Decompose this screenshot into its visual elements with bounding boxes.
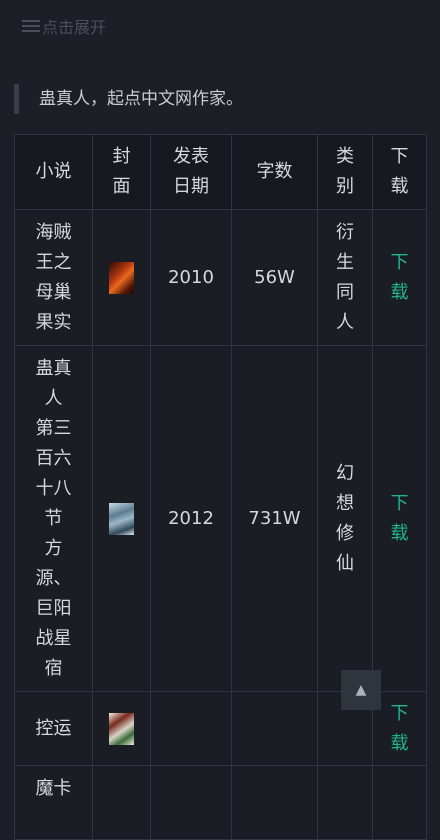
table-row: 蛊真人 第三 百六 十八节 方源、 巨阳 战星 宿 2012 731W 幻想 修仙 … <box>14 345 427 692</box>
publish-year: 2010 <box>150 209 232 346</box>
cover-image[interactable] <box>109 261 134 294</box>
category: 幻想 修仙 <box>317 345 373 692</box>
header-date: 发表 日期 <box>150 134 232 210</box>
header-cover: 封面 <box>92 134 151 210</box>
header-novel: 小说 <box>14 134 93 210</box>
novel-title: 海贼 王之 母巢 果实 <box>14 209 93 346</box>
download-link[interactable]: 下载 <box>372 209 427 346</box>
cover-cell <box>92 345 151 692</box>
author-intro: 蛊真人，起点中文网作家。 <box>14 84 243 114</box>
cover-image[interactable] <box>109 502 134 535</box>
expand-label: 点击展开 <box>42 18 107 37</box>
cover-cell <box>92 209 151 346</box>
cover-image[interactable] <box>109 712 134 745</box>
novel-title: 魔卡 <box>14 765 93 840</box>
cover-cell <box>92 765 151 840</box>
table-row: 海贼 王之 母巢 果实 2010 56W 衍生 同人 下载 <box>14 209 427 346</box>
download-link[interactable]: 下载 <box>372 345 427 692</box>
publish-year <box>150 765 232 840</box>
word-count: 731W <box>231 345 318 692</box>
works-table: 小说 封面 发表 日期 字数 类别 下载 海贼 王之 母巢 果实 2010 56W 衍… <box>14 134 427 840</box>
publish-year <box>150 691 232 766</box>
header-category: 类别 <box>317 134 373 210</box>
menu-icon <box>22 20 40 32</box>
expand-toggle[interactable]: 点击展开 <box>22 14 106 38</box>
word-count: 56W <box>231 209 318 346</box>
table-header-row: 小说 封面 发表 日期 字数 类别 下载 <box>14 134 427 210</box>
cover-cell <box>92 691 151 766</box>
novel-title: 控运 <box>14 691 93 766</box>
novel-title: 蛊真人 第三 百六 十八节 方源、 巨阳 战星 宿 <box>14 345 93 692</box>
download-link[interactable] <box>372 765 427 840</box>
back-to-top-button[interactable]: ▲ <box>341 670 381 710</box>
word-count <box>231 765 318 840</box>
word-count <box>231 691 318 766</box>
header-download: 下载 <box>372 134 427 210</box>
category <box>317 765 373 840</box>
arrow-up-icon: ▲ <box>355 682 367 698</box>
header-words: 字数 <box>231 134 318 210</box>
category: 衍生 同人 <box>317 209 373 346</box>
table-row: 魔卡 <box>14 765 427 840</box>
publish-year: 2012 <box>150 345 232 692</box>
